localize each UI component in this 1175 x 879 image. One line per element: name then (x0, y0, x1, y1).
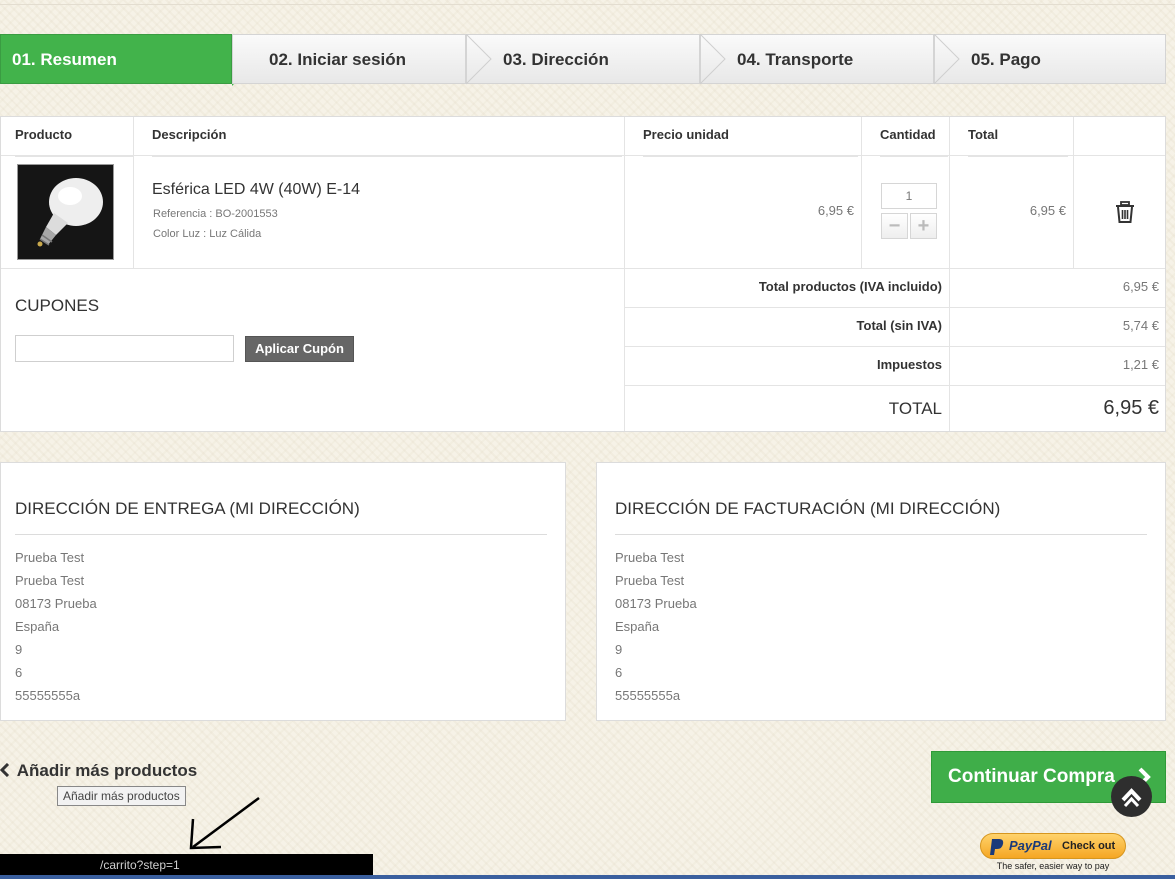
header-description: Descripción (152, 117, 622, 157)
header-product: Producto (15, 117, 133, 157)
products-total-value: 6,95 € (1122, 279, 1159, 294)
step-payment[interactable]: 05. Pago (934, 34, 1166, 84)
delivery-address-line: 9 (15, 642, 23, 657)
tax-label: Impuestos (876, 357, 942, 372)
billing-address-line: Prueba Test (615, 550, 685, 565)
apply-coupon-button[interactable]: Aplicar Cupón (245, 336, 354, 362)
step-shipping-label: 04. Transporte (737, 50, 854, 69)
header-divider (1, 155, 1165, 156)
paypal-checkout-button[interactable]: PayPal Check out (980, 833, 1126, 859)
step-login[interactable]: 02. Iniciar sesión (232, 34, 466, 84)
delivery-address-box: DIRECCIÓN DE ENTREGA (MI DIRECCIÓN) Prue… (0, 462, 566, 721)
paypal-icon (990, 839, 1004, 855)
quantity-decrease-button[interactable]: − (881, 213, 908, 239)
step-summary-label: 01. Resumen (12, 50, 117, 69)
delivery-address-line: España (15, 619, 60, 634)
tooltip: Añadir más productos (57, 786, 186, 806)
billing-address-line: Prueba Test (615, 573, 685, 588)
summary-divider (625, 307, 1165, 308)
col-divider (624, 117, 625, 431)
coupon-input[interactable] (15, 335, 234, 362)
net-total-value: 5,74 € (1122, 318, 1159, 333)
step-payment-label: 05. Pago (971, 50, 1041, 69)
step-address-label: 03. Dirección (503, 50, 609, 69)
delivery-address-line: Prueba Test (15, 550, 85, 565)
billing-address-divider (615, 534, 1147, 535)
summary-divider (625, 385, 1165, 386)
row-divider (1, 268, 1165, 269)
products-total-label: Total productos (IVA incluido) (758, 279, 942, 294)
quantity-input[interactable]: 1 (881, 183, 937, 209)
cart-table: Producto Descripción Precio unidad Canti… (0, 116, 1166, 432)
header-total: Total (968, 117, 1068, 157)
delivery-address-divider (15, 534, 547, 535)
top-divider (0, 4, 1175, 5)
product-reference: Referencia : BO-2001553 (153, 208, 278, 220)
step-address[interactable]: 03. Dirección (466, 34, 700, 84)
delivery-address-title: DIRECCIÓN DE ENTREGA (MI DIRECCIÓN) (15, 499, 360, 518)
paypal-brand: PayPal (1009, 838, 1052, 853)
paypal-checkout-label: Check out (1062, 840, 1116, 852)
col-divider (1073, 117, 1074, 268)
delivery-address-line: 6 (15, 665, 23, 680)
billing-address-line: 6 (615, 665, 623, 680)
product-image[interactable] (17, 164, 114, 260)
trash-icon[interactable] (1115, 201, 1135, 223)
billing-address-line: 08173 Prueba (615, 596, 697, 611)
continue-checkout-label: Continuar Compra (948, 766, 1115, 787)
checkout-steps: 01. Resumen 02. Iniciar sesión 03. Direc… (0, 34, 1166, 86)
status-url: /carrito?step=1 (100, 858, 180, 872)
os-taskbar (0, 875, 1175, 879)
billing-address-line: 55555555a (615, 688, 681, 703)
grand-total-value: 6,95 € (1103, 397, 1159, 419)
summary-divider (625, 346, 1165, 347)
annotation-arrow-icon (189, 796, 260, 850)
billing-address-line: 9 (615, 642, 623, 657)
net-total-label: Total (sin IVA) (856, 318, 942, 333)
product-total: 6,95 € (1029, 203, 1066, 218)
quantity-increase-button[interactable]: + (910, 213, 937, 239)
delivery-address-line: Prueba Test (15, 573, 85, 588)
header-unit-price: Precio unidad (643, 117, 858, 157)
chevron-up-icon (1121, 788, 1142, 808)
add-more-products-label: Añadir más productos (16, 761, 198, 780)
billing-address-box: DIRECCIÓN DE FACTURACIÓN (MI DIRECCIÓN) … (596, 462, 1166, 721)
grand-total-label: TOTAL (888, 399, 942, 418)
billing-address-title: DIRECCIÓN DE FACTURACIÓN (MI DIRECCIÓN) (615, 499, 1001, 518)
step-summary[interactable]: 01. Resumen (0, 34, 257, 86)
delivery-address-line: 08173 Prueba (15, 596, 97, 611)
col-divider (949, 117, 950, 431)
billing-address-line: España (615, 619, 660, 634)
chevron-left-icon (0, 762, 10, 778)
delivery-address-line: 55555555a (15, 688, 81, 703)
col-divider (133, 117, 134, 268)
product-attribute: Color Luz : Luz Cálida (153, 228, 262, 240)
coupons-title: CUPONES (15, 296, 100, 315)
product-name[interactable]: Esférica LED 4W (40W) E-14 (152, 181, 360, 199)
product-unit-price: 6,95 € (817, 203, 854, 218)
led-bulb-image (18, 165, 113, 259)
step-shipping[interactable]: 04. Transporte (700, 34, 934, 84)
add-more-products-link[interactable]: Añadir más productos (0, 761, 197, 781)
header-quantity: Cantidad (880, 117, 948, 157)
paypal-tagline: The safer, easier way to pay (996, 861, 1110, 871)
scroll-to-top-button[interactable] (1111, 776, 1152, 817)
tax-value: 1,21 € (1122, 357, 1159, 372)
col-divider (861, 117, 862, 268)
step-login-label: 02. Iniciar sesión (269, 50, 407, 69)
